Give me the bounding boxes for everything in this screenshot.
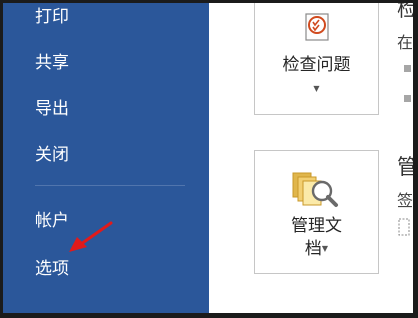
annotation-arrow-icon [69,221,113,252]
nav-separator [35,185,185,186]
manage-section-title: 管 [397,155,418,179]
nav-print[interactable]: 打印 [35,7,69,27]
inspect-section-desc: 在 [397,33,414,52]
nav-account[interactable]: 帐户 [35,211,69,231]
manage-section-desc: 签 [397,191,414,210]
nav-share[interactable]: 共享 [35,53,69,73]
manage-document-label-line1: 管理文 [291,216,342,236]
bullet-icon [404,95,411,102]
nav-options[interactable]: 选项 [35,259,69,279]
manage-document-button[interactable]: 管理文 档▼ [254,150,379,274]
inspect-section-title: 检 [397,0,418,21]
nav-export[interactable]: 导出 [35,99,69,119]
nav-close[interactable]: 关闭 [35,145,69,165]
check-issues-button[interactable]: 检查问题 ▼ [254,3,379,115]
check-issues-caret-icon: ▼ [313,84,320,93]
inspect-document-icon [305,13,329,41]
info-panel: 检查问题 ▼ 管理文 档▼ 检 在 管 签 [209,3,413,313]
word-backstage-window: 打印 共享 导出 关闭 帐户 选项 检查问题 ▼ 管理文 档▼ 检 在 管 签 [0,0,418,318]
document-versions-icon [398,218,410,236]
bullet-icon [404,65,411,72]
backstage-sidebar: 打印 共享 导出 关闭 帐户 选项 [3,3,209,313]
check-issues-label: 检查问题 [282,55,351,75]
manage-document-label-line2: 档▼ [304,239,329,259]
manage-document-icon [292,172,338,207]
